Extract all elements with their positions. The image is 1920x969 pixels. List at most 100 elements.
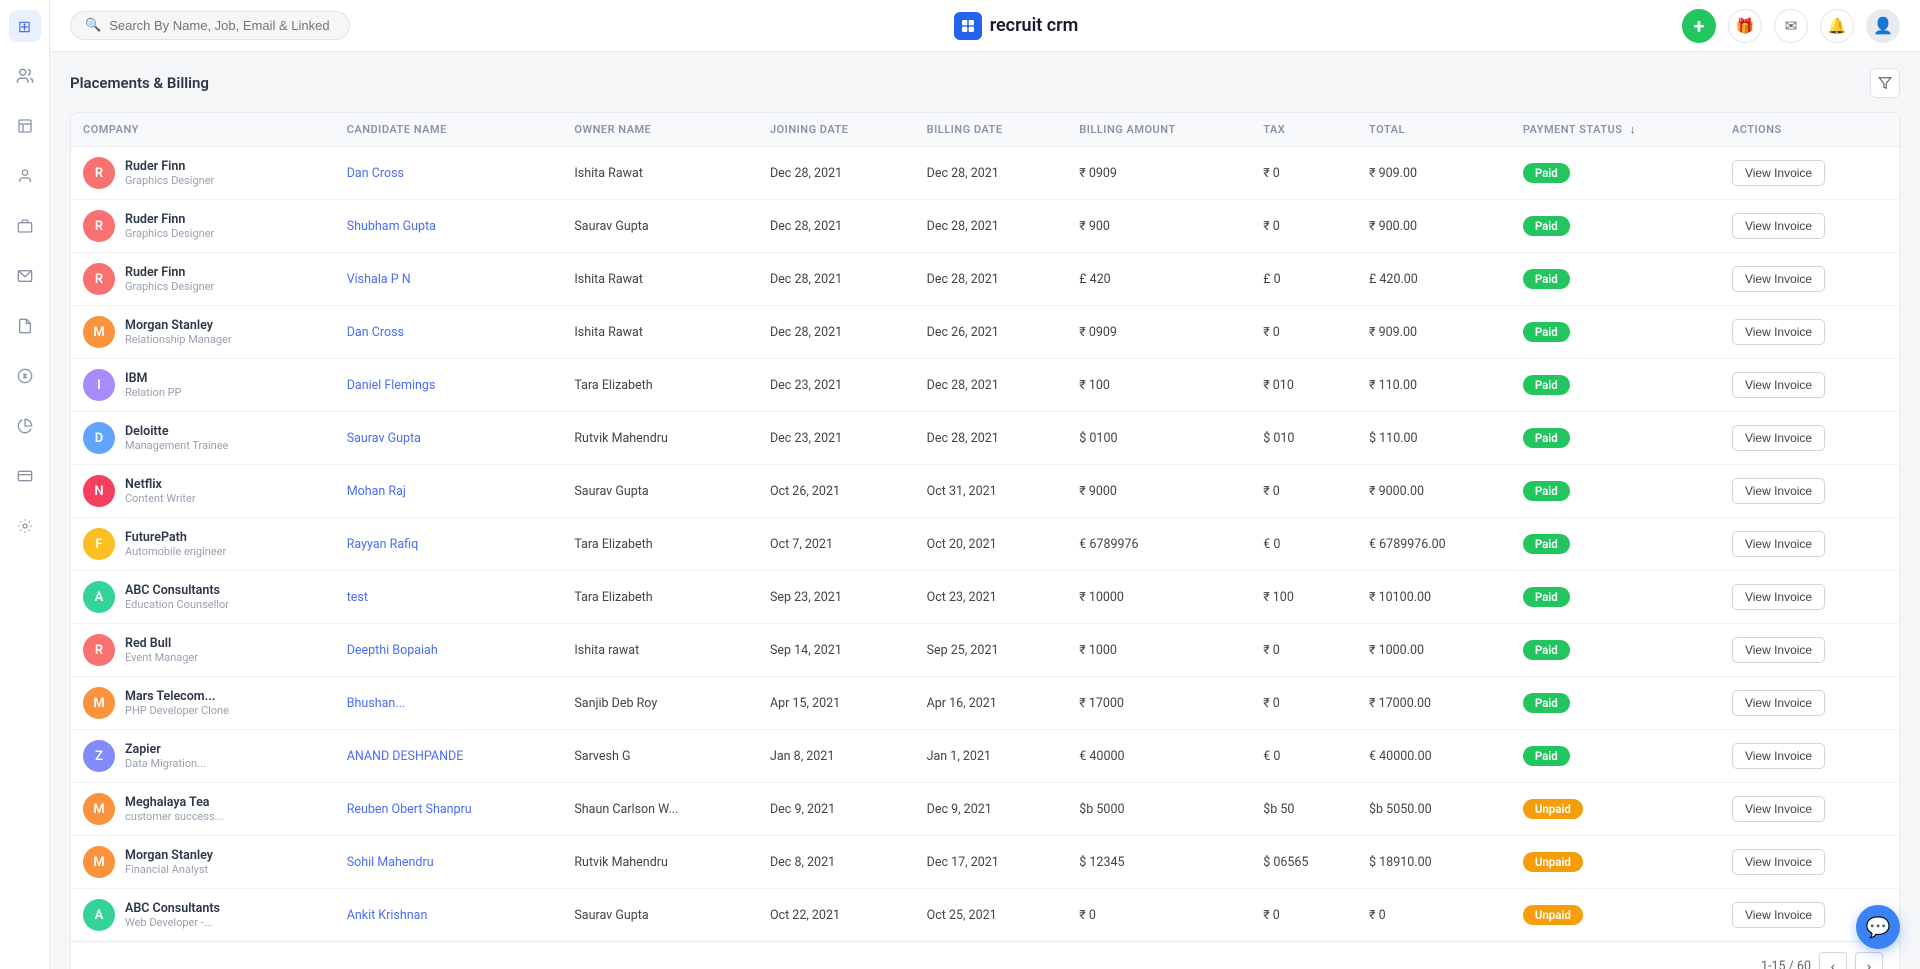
company-name-3: Morgan Stanley	[125, 318, 232, 333]
cell-owner-6: Saurav Gupta	[562, 465, 758, 518]
view-invoice-button-14[interactable]: View Invoice	[1732, 902, 1825, 928]
candidate-link-13[interactable]: Sohil Mahendru	[347, 855, 434, 870]
cell-status-2: Paid	[1511, 253, 1720, 306]
company-avatar-0: R	[83, 157, 115, 189]
sidebar-icon-users[interactable]	[9, 60, 41, 92]
sidebar-icon-contact[interactable]	[9, 160, 41, 192]
candidate-link-12[interactable]: Reuben Obert Shanpru	[347, 802, 472, 817]
cell-amount-13: $ 12345	[1067, 836, 1251, 889]
table-row: R Ruder Finn Graphics Designer Vishala P…	[71, 253, 1899, 306]
candidate-link-7[interactable]: Rayyan Rafiq	[347, 537, 418, 552]
view-invoice-button-11[interactable]: View Invoice	[1732, 743, 1825, 769]
company-avatar-2: R	[83, 263, 115, 295]
sidebar-icon-card[interactable]	[9, 460, 41, 492]
company-role-4: Relation PP	[125, 386, 182, 399]
view-invoice-button-1[interactable]: View Invoice	[1732, 213, 1825, 239]
table-row: I IBM Relation PP Daniel Flemings Tara E…	[71, 359, 1899, 412]
cell-joining-6: Oct 26, 2021	[758, 465, 915, 518]
cell-joining-7: Oct 7, 2021	[758, 518, 915, 571]
cell-tax-8: ₹ 100	[1251, 571, 1357, 624]
company-avatar-13: M	[83, 846, 115, 878]
sidebar-icon-mail[interactable]	[9, 260, 41, 292]
chat-bubble[interactable]: 💬	[1856, 905, 1900, 949]
candidate-link-10[interactable]: Bhushan...	[347, 696, 406, 711]
status-badge-11: Paid	[1523, 746, 1570, 766]
cell-status-5: Paid	[1511, 412, 1720, 465]
candidate-link-11[interactable]: ANAND DESHPANDE	[347, 749, 464, 764]
cell-joining-12: Dec 9, 2021	[758, 783, 915, 836]
col-status[interactable]: PAYMENT STATUS ↓	[1511, 113, 1720, 147]
cell-tax-10: ₹ 0	[1251, 677, 1357, 730]
sidebar-icon-note[interactable]	[9, 310, 41, 342]
view-invoice-button-4[interactable]: View Invoice	[1732, 372, 1825, 398]
sidebar-icon-briefcase[interactable]	[9, 210, 41, 242]
email-button[interactable]: ✉	[1774, 9, 1808, 43]
view-invoice-button-9[interactable]: View Invoice	[1732, 637, 1825, 663]
cell-amount-3: ₹ 0909	[1067, 306, 1251, 359]
cell-tax-11: € 0	[1251, 730, 1357, 783]
candidate-link-14[interactable]: Ankit Krishnan	[347, 908, 428, 923]
placements-table: COMPANY CANDIDATE NAME OWNER NAME JOININ…	[71, 113, 1899, 941]
cell-candidate-2: Vishala P N	[335, 253, 563, 306]
candidate-link-2[interactable]: Vishala P N	[347, 272, 411, 287]
view-invoice-button-8[interactable]: View Invoice	[1732, 584, 1825, 610]
cell-actions-9: View Invoice	[1720, 624, 1899, 677]
cell-joining-1: Dec 28, 2021	[758, 200, 915, 253]
view-invoice-button-6[interactable]: View Invoice	[1732, 478, 1825, 504]
status-badge-10: Paid	[1523, 693, 1570, 713]
sidebar-icon-settings[interactable]	[9, 510, 41, 542]
gift-button[interactable]: 🎁	[1728, 9, 1762, 43]
table-row: F FuturePath Automobile engineer Rayyan …	[71, 518, 1899, 571]
cell-actions-12: View Invoice	[1720, 783, 1899, 836]
cell-amount-5: $ 0100	[1067, 412, 1251, 465]
status-badge-8: Paid	[1523, 587, 1570, 607]
cell-status-3: Paid	[1511, 306, 1720, 359]
candidate-link-3[interactable]: Dan Cross	[347, 325, 404, 340]
status-badge-2: Paid	[1523, 269, 1570, 289]
cell-status-1: Paid	[1511, 200, 1720, 253]
view-invoice-button-7[interactable]: View Invoice	[1732, 531, 1825, 557]
candidate-link-1[interactable]: Shubham Gupta	[347, 219, 436, 234]
next-page-button[interactable]: ›	[1855, 952, 1883, 969]
view-invoice-button-0[interactable]: View Invoice	[1732, 160, 1825, 186]
view-invoice-button-2[interactable]: View Invoice	[1732, 266, 1825, 292]
view-invoice-button-3[interactable]: View Invoice	[1732, 319, 1825, 345]
user-avatar[interactable]: 👤	[1866, 9, 1900, 43]
cell-total-8: ₹ 10100.00	[1357, 571, 1511, 624]
cell-billing-date-9: Sep 25, 2021	[915, 624, 1068, 677]
page-content: Placements & Billing COMPANY CANDIDATE N…	[50, 52, 1920, 969]
col-candidate: CANDIDATE NAME	[335, 113, 563, 147]
cell-actions-6: View Invoice	[1720, 465, 1899, 518]
cell-owner-5: Rutvik Mahendru	[562, 412, 758, 465]
add-button[interactable]: +	[1682, 9, 1716, 43]
search-input[interactable]	[109, 18, 329, 33]
candidate-link-0[interactable]: Dan Cross	[347, 166, 404, 181]
view-invoice-button-10[interactable]: View Invoice	[1732, 690, 1825, 716]
candidate-link-8[interactable]: test	[347, 590, 368, 605]
cell-joining-11: Jan 8, 2021	[758, 730, 915, 783]
col-joining: JOINING DATE	[758, 113, 915, 147]
search-box[interactable]: 🔍	[70, 11, 350, 40]
view-invoice-button-5[interactable]: View Invoice	[1732, 425, 1825, 451]
cell-status-13: Unpaid	[1511, 836, 1720, 889]
sidebar-icon-document[interactable]	[9, 110, 41, 142]
sidebar-icon-grid[interactable]: ⊞	[9, 10, 41, 42]
bell-button[interactable]: 🔔	[1820, 9, 1854, 43]
prev-page-button[interactable]: ‹	[1819, 952, 1847, 969]
cell-owner-2: Ishita Rawat	[562, 253, 758, 306]
candidate-link-6[interactable]: Mohan Raj	[347, 484, 406, 499]
cell-total-14: ₹ 0	[1357, 889, 1511, 942]
view-invoice-button-12[interactable]: View Invoice	[1732, 796, 1825, 822]
candidate-link-5[interactable]: Saurav Gupta	[347, 431, 421, 446]
company-name-12: Meghalaya Tea	[125, 795, 223, 810]
cell-status-0: Paid	[1511, 147, 1720, 200]
table-row: M Morgan Stanley Financial Analyst Sohil…	[71, 836, 1899, 889]
cell-billing-date-2: Dec 28, 2021	[915, 253, 1068, 306]
company-avatar-12: M	[83, 793, 115, 825]
candidate-link-9[interactable]: Deepthi Bopaiah	[347, 643, 438, 658]
view-invoice-button-13[interactable]: View Invoice	[1732, 849, 1825, 875]
candidate-link-4[interactable]: Daniel Flemings	[347, 378, 436, 393]
sidebar-icon-chart[interactable]	[9, 410, 41, 442]
filter-button[interactable]	[1870, 68, 1900, 98]
sidebar-icon-dollar[interactable]	[9, 360, 41, 392]
